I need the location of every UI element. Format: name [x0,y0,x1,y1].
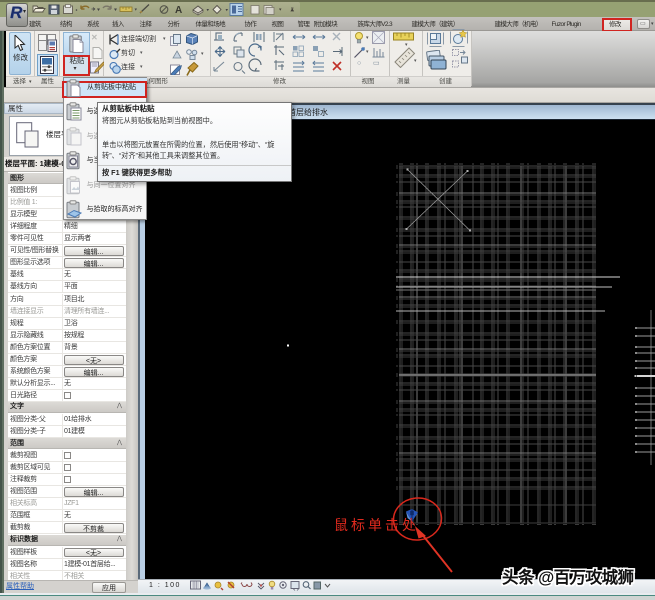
svg-text:A: A [175,5,182,16]
